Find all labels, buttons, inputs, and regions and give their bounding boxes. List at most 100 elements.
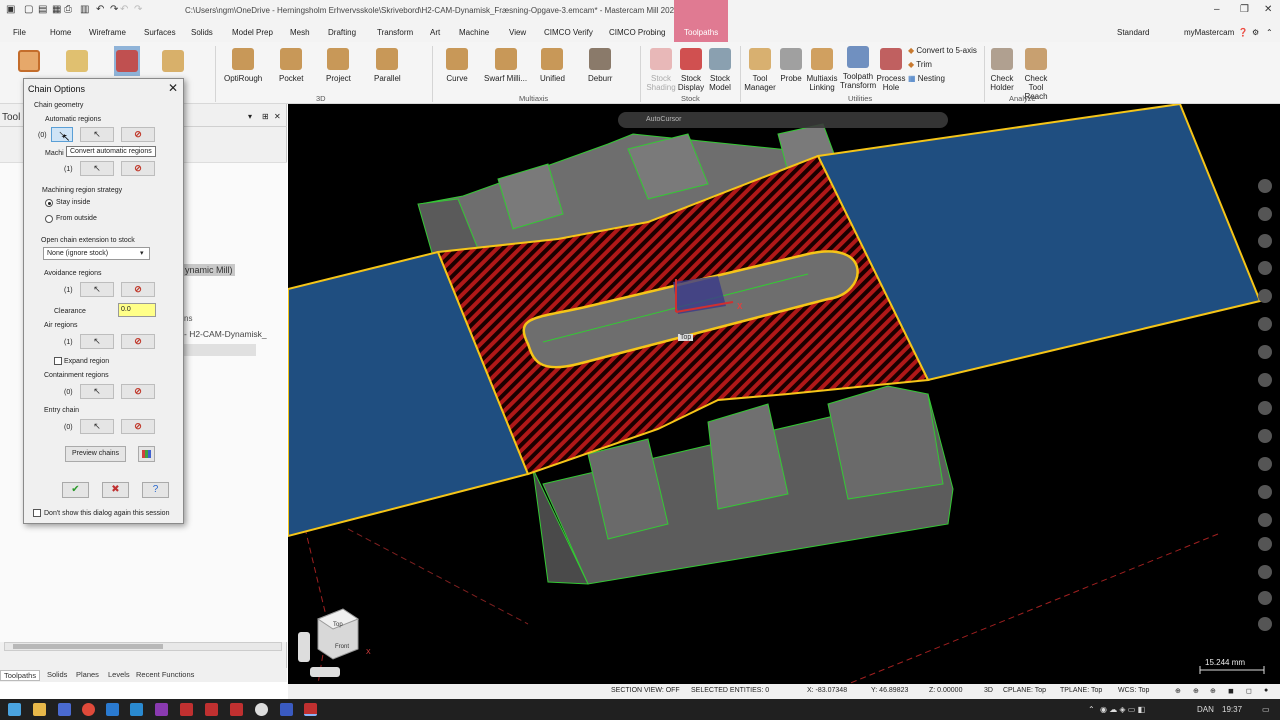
tool-manager-button[interactable]: Tool Manager [744, 48, 776, 92]
stay-inside-radio[interactable] [45, 199, 53, 207]
ok-button[interactable]: ✔ [62, 482, 89, 498]
sphere-icon[interactable]: ● [1264, 687, 1268, 694]
tab-view[interactable]: View [509, 28, 526, 37]
shading-icon[interactable]: ◼ [1228, 687, 1234, 695]
edge-icon[interactable] [130, 703, 143, 716]
collapse-ribbon-icon[interactable]: ⌃ [1266, 28, 1273, 37]
cplane-status[interactable]: CPLANE: Top [1003, 687, 1046, 694]
view-pan-control[interactable] [310, 667, 340, 677]
tab-drafting[interactable]: Drafting [328, 28, 356, 37]
ribbon-2d-button-4[interactable] [162, 50, 184, 76]
parallel-button[interactable]: Parallel [374, 48, 401, 83]
ribbon-2d-button[interactable] [18, 50, 40, 76]
language-indicator[interactable]: DAN [1197, 705, 1214, 714]
entry-select-button[interactable]: ↖ [80, 419, 114, 434]
tree-toolpath-item[interactable]: ynamic Mill) [183, 264, 235, 276]
autocursor-label[interactable]: AutoCursor [646, 116, 681, 123]
dont-show-checkbox[interactable] [33, 509, 41, 517]
from-outside-radio[interactable] [45, 215, 53, 223]
tab-model-prep[interactable]: Model Prep [232, 28, 273, 37]
save-as-icon[interactable]: ▥ [80, 4, 89, 15]
avoidance-remove-button[interactable]: ⊘ [121, 282, 155, 297]
multiaxis-linking-button[interactable]: Multiaxis Linking [805, 48, 839, 92]
preview-chains-button[interactable]: Preview chains [65, 446, 126, 462]
containment-select-button[interactable]: ↖ [80, 384, 114, 399]
notifications-icon[interactable]: ▭ [1262, 705, 1270, 714]
start-icon[interactable] [8, 703, 21, 716]
close-window-icon[interactable]: ✕ [1264, 4, 1272, 15]
expand-region-label[interactable]: Expand region [64, 358, 109, 365]
tab-toolpaths[interactable]: Toolpaths [674, 0, 729, 42]
convert-5axis-button[interactable]: ◆ Convert to 5-axis [908, 46, 977, 55]
tab-levels-manager[interactable]: Levels [108, 670, 130, 679]
unified-button[interactable]: Unified [540, 48, 565, 83]
cancel-button[interactable]: ✖ [102, 482, 129, 498]
stock-display-button[interactable]: Stock Display [676, 48, 706, 92]
wireframe-icon[interactable]: ◻ [1246, 687, 1252, 695]
undo-icon[interactable]: ↶ [96, 4, 104, 15]
machining-remove-button[interactable]: ⊘ [121, 161, 155, 176]
app-taskbar-icon[interactable] [255, 703, 268, 716]
viewcube-front[interactable]: Front [335, 644, 349, 650]
file-explorer-icon[interactable] [33, 703, 46, 716]
tab-wireframe[interactable]: Wireframe [89, 28, 126, 37]
help-icon[interactable]: ❓ [1238, 28, 1248, 37]
mode-status[interactable]: 3D [984, 687, 993, 694]
panel-pin2-icon[interactable]: ⊞ [262, 112, 269, 121]
minimize-icon[interactable]: – [1214, 4, 1220, 15]
nesting-button[interactable]: ▦ Nesting [908, 74, 945, 83]
onenote-icon[interactable] [155, 703, 168, 716]
entry-remove-button[interactable]: ⊘ [121, 419, 155, 434]
save-icon[interactable]: ▦ [52, 4, 61, 15]
horizontal-scrollbar[interactable] [4, 642, 282, 651]
outlook-icon[interactable] [106, 703, 119, 716]
settings-icon[interactable]: ⚙ [1252, 28, 1259, 37]
tplane-status[interactable]: TPLANE: Top [1060, 687, 1102, 694]
swarf-milling-button[interactable]: Swarf Milli... [484, 48, 527, 83]
view-globe-icon[interactable]: ⊕ [1175, 687, 1181, 695]
chrome-icon[interactable] [82, 703, 95, 716]
mastercam-taskbar-icon-3[interactable] [230, 703, 243, 716]
restore-icon[interactable]: ❐ [1240, 4, 1249, 15]
panel-pin-icon[interactable]: ▾ [248, 112, 252, 121]
tab-toolpaths-manager[interactable]: Toolpaths [0, 670, 41, 681]
avoidance-select-button[interactable]: ↖ [80, 282, 114, 297]
optirough-button[interactable]: OptiRough [224, 48, 262, 83]
dialog-close-icon[interactable]: ✕ [168, 81, 178, 95]
tab-transform[interactable]: Transform [377, 28, 413, 37]
dont-show-label[interactable]: Don't show this dialog again this sessio… [44, 510, 169, 517]
tray-chevron-icon[interactable]: ⌃ [1088, 705, 1095, 714]
ribbon-selected-button[interactable] [114, 46, 140, 76]
print-icon[interactable]: ⎙ [64, 4, 72, 15]
tab-recent-functions[interactable]: Recent Functions [136, 670, 194, 679]
tree-file-item[interactable]: - H2-CAM-Dynamisk_ [184, 329, 267, 339]
tab-machine[interactable]: Machine [459, 28, 489, 37]
air-select-button[interactable]: ↖ [80, 334, 114, 349]
open-chain-select[interactable]: None (ignore stock) ▾ [43, 247, 150, 260]
stay-inside-label[interactable]: Stay inside [56, 199, 90, 206]
mastercam-taskbar-icon-2[interactable] [205, 703, 218, 716]
workspace-dropdown[interactable]: Standard [1117, 28, 1149, 37]
tab-home[interactable]: Home [50, 28, 71, 37]
mastercam-taskbar-icon-1[interactable] [180, 703, 193, 716]
tab-solids[interactable]: Solids [191, 28, 213, 37]
redo-icon[interactable]: ↷ [110, 4, 118, 15]
mymastercam-link[interactable]: myMastercam [1184, 28, 1234, 37]
tab-cimco-probing[interactable]: CIMCO Probing [609, 28, 665, 37]
view-rotate-control[interactable] [298, 632, 310, 662]
wcs-status[interactable]: WCS: Top [1118, 687, 1149, 694]
deburr-button[interactable]: Deburr [588, 48, 612, 83]
ribbon-2d-button-2[interactable] [66, 50, 88, 76]
panel-close-icon[interactable]: ✕ [274, 112, 281, 121]
section-view-status[interactable]: SECTION VIEW: OFF [611, 687, 680, 694]
pocket-button[interactable]: Pocket [279, 48, 303, 83]
graphics-viewport[interactable]: AutoCursor X Top Top Front X 15.244 mm [288, 104, 1280, 684]
tab-solids-manager[interactable]: Solids [47, 670, 67, 679]
clock[interactable]: 19:37 [1222, 705, 1242, 714]
process-hole-button[interactable]: Process Hole [876, 48, 906, 92]
from-outside-label[interactable]: From outside [56, 215, 97, 222]
viewcube-top[interactable]: Top [333, 622, 343, 628]
new-icon[interactable]: ▢ [24, 4, 33, 15]
tab-planes-manager[interactable]: Planes [76, 670, 99, 679]
mastercam-active-taskbar-icon[interactable] [304, 703, 317, 716]
